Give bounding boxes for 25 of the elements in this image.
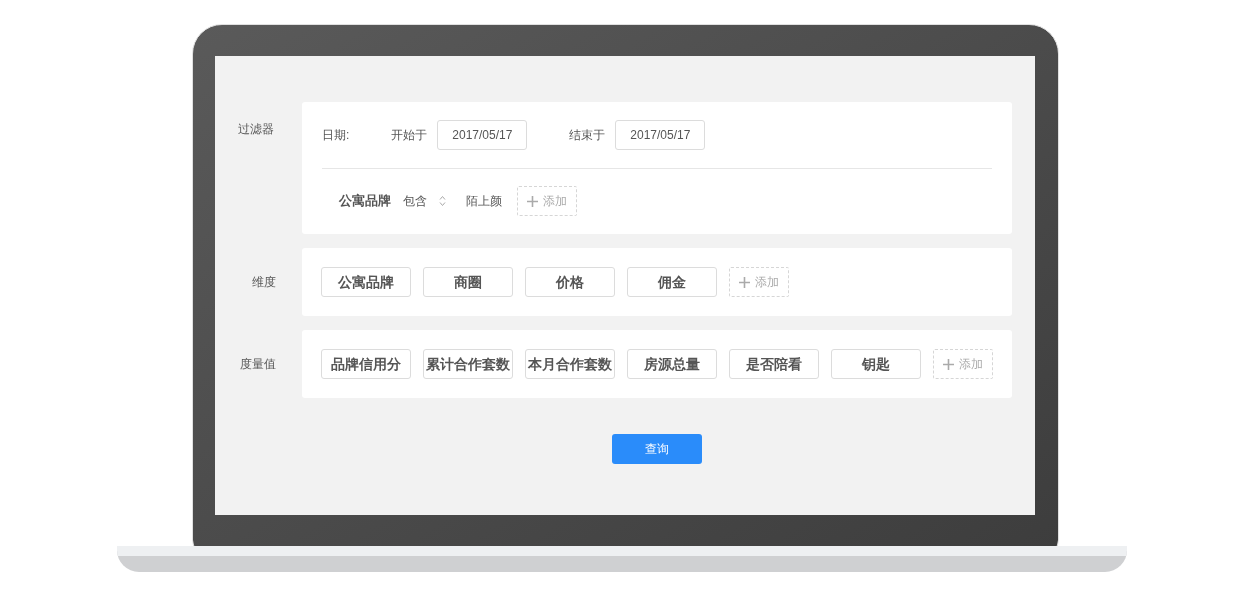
chip[interactable]: 钥匙 (831, 349, 921, 379)
date-label: 日期: (322, 127, 350, 144)
section-label: 度量值 (239, 356, 277, 373)
date-field[interactable]: 2017/05/17 (615, 120, 706, 150)
field-label: 结束于 (569, 127, 606, 144)
chip[interactable]: 商圈 (423, 267, 513, 297)
chip[interactable]: 价格 (525, 267, 615, 297)
chip[interactable]: 房源总量 (627, 349, 717, 379)
operator-select[interactable]: 包含 (403, 192, 446, 210)
chip[interactable]: 佣金 (627, 267, 717, 297)
plus-icon (943, 358, 954, 370)
date-field[interactable]: 2017/05/17 (437, 120, 528, 150)
plus-icon (739, 276, 750, 288)
sort-caret-icon (439, 195, 446, 207)
plus-icon (527, 195, 538, 207)
chip[interactable]: 公寓品牌 (321, 267, 411, 297)
field-label: 开始于 (391, 127, 428, 144)
condition-field: 公寓品牌 (339, 191, 391, 211)
condition-value: 陌上颜 (466, 193, 502, 210)
chip[interactable]: 是否陪看 (729, 349, 819, 379)
section-label: 维度 (251, 274, 277, 291)
chip[interactable]: 累计合作套数 (423, 349, 513, 379)
chip[interactable]: 品牌信用分 (321, 349, 411, 379)
section-label: 过滤器 (237, 121, 275, 138)
chip[interactable]: 本月合作套数 (525, 349, 615, 379)
